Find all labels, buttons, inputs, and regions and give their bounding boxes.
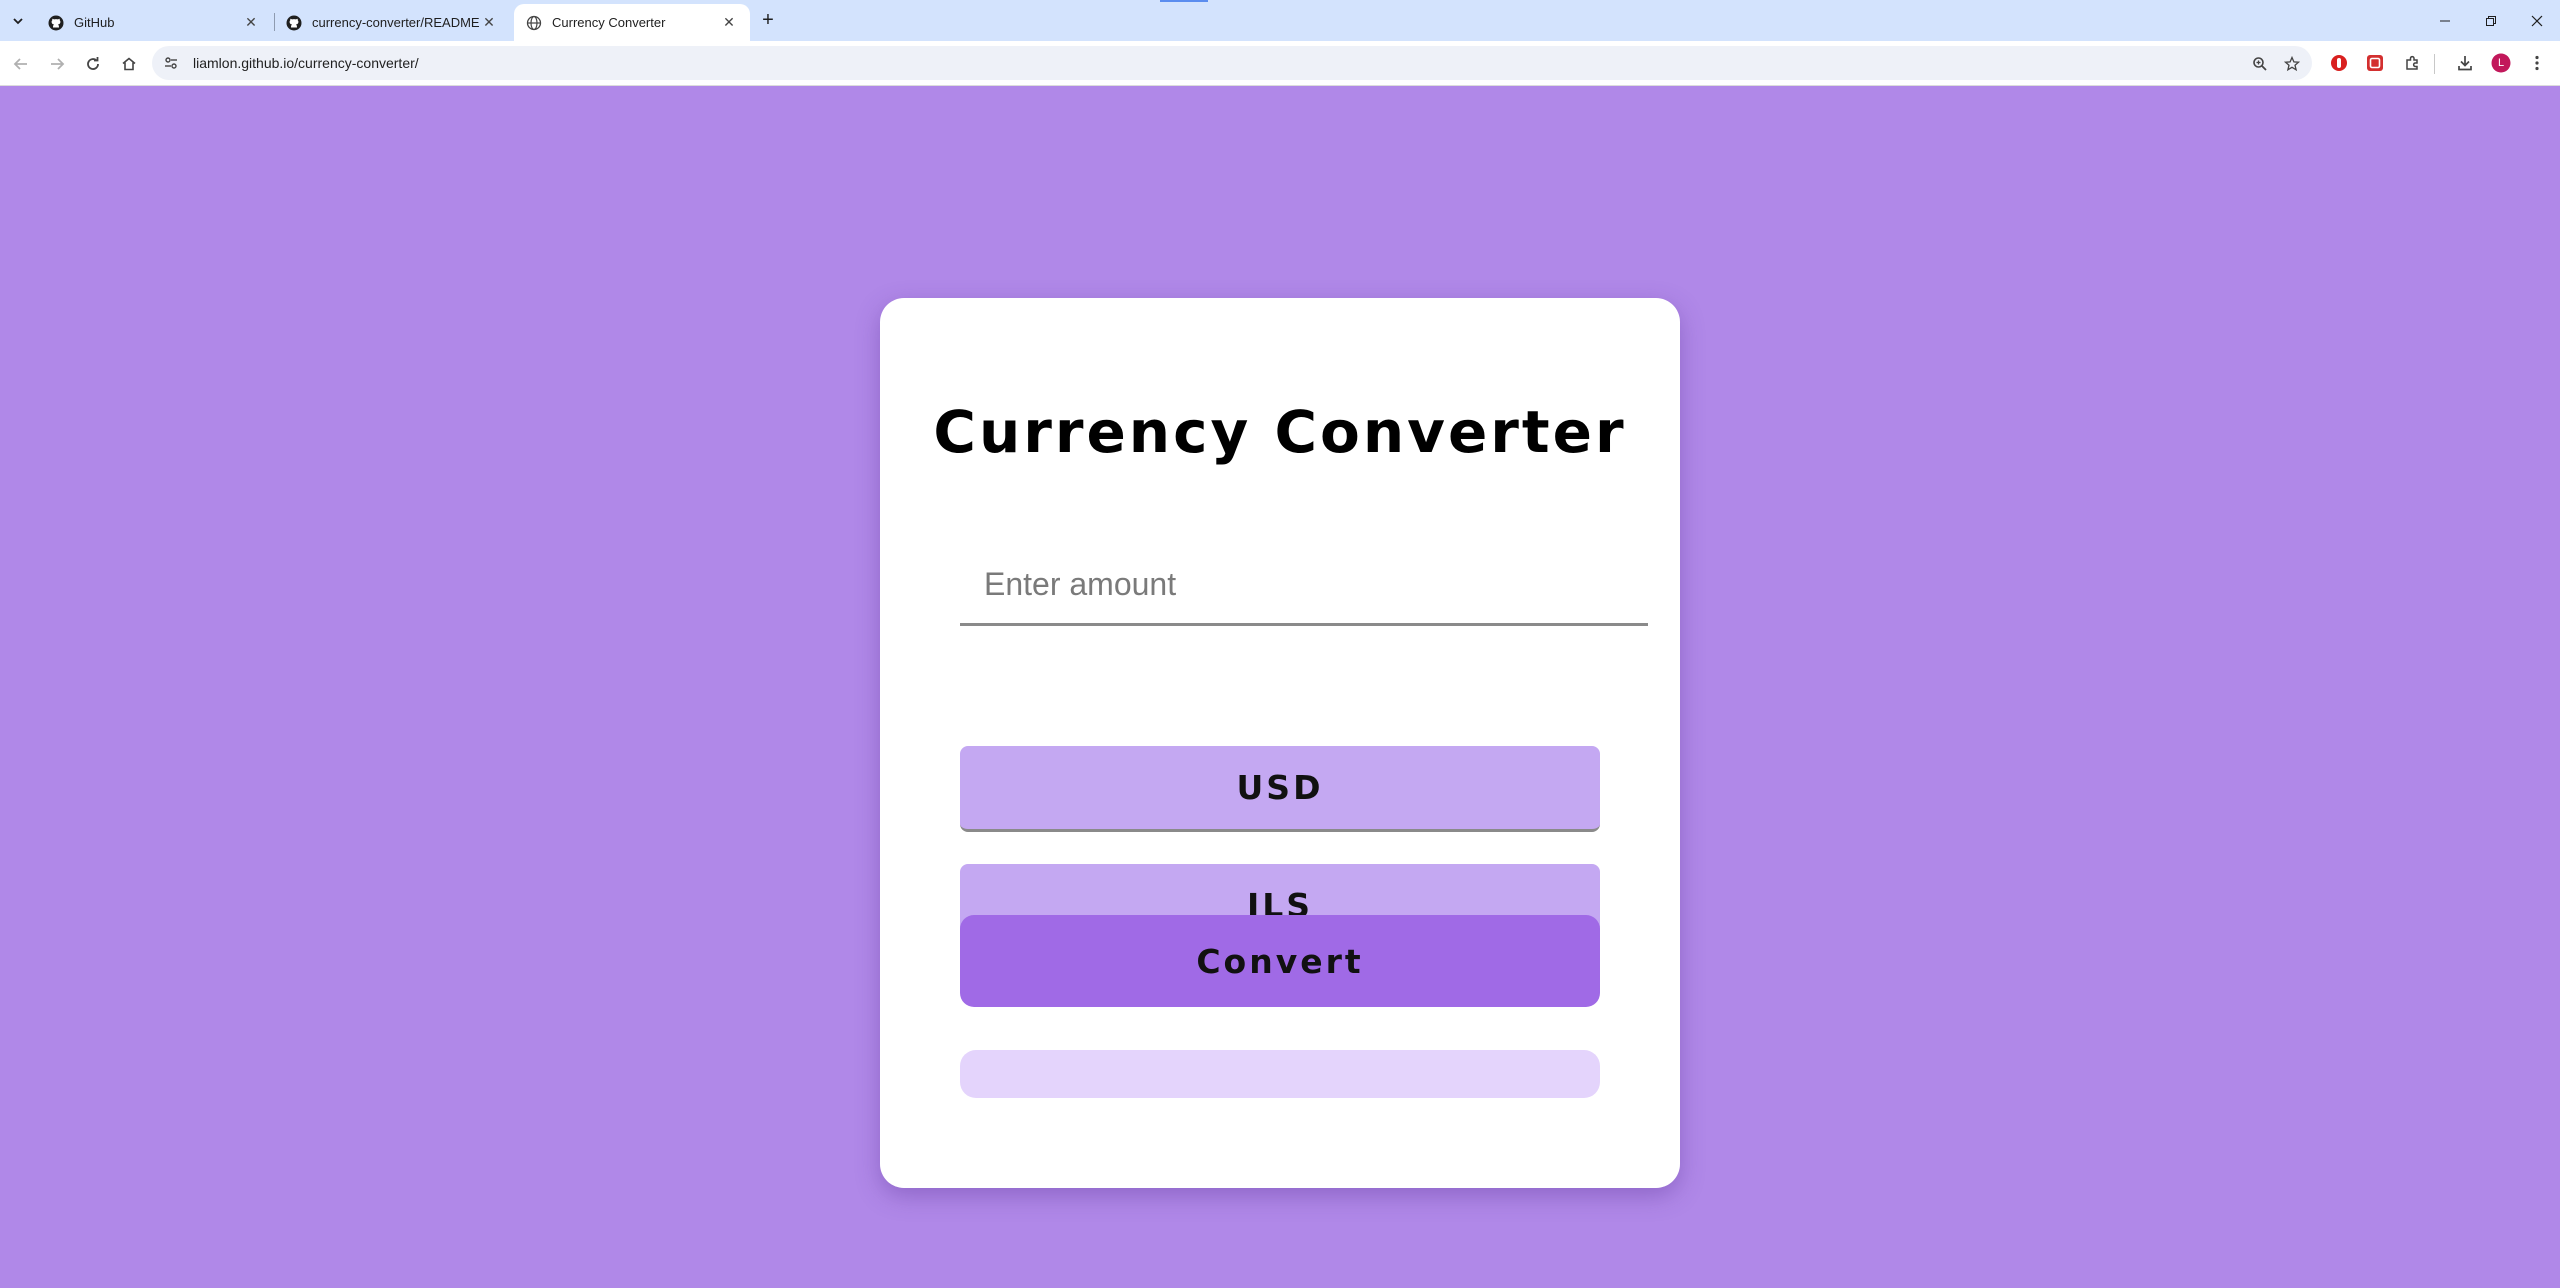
extension-red-icon[interactable]	[2364, 52, 2386, 74]
site-info-icon[interactable]	[162, 54, 180, 72]
close-icon[interactable]: ✕	[720, 14, 738, 32]
browser-toolbar: liamlon.github.io/currency-converter/	[0, 41, 2560, 86]
tab-title: Currency Converter	[552, 15, 666, 30]
adblock-extension-icon[interactable]	[2328, 52, 2350, 74]
result-display	[960, 1050, 1600, 1098]
chevron-down-icon	[13, 18, 23, 25]
address-bar[interactable]: liamlon.github.io/currency-converter/	[152, 46, 2312, 80]
tab-title: GitHub	[74, 15, 115, 30]
converter-card: Currency Converter USD ILS Convert	[880, 298, 1680, 1188]
from-currency-select[interactable]: USD	[960, 746, 1600, 832]
restore-icon	[2486, 15, 2496, 26]
tab-strip: GitHub ✕ currency-converter/README.md ✕ …	[0, 0, 2560, 41]
tab-currency-converter[interactable]: Currency Converter ✕	[514, 4, 750, 41]
tab-readme[interactable]: currency-converter/README.md ✕	[274, 4, 510, 41]
amount-input[interactable]	[960, 546, 1648, 626]
tab-search-button[interactable]	[6, 9, 30, 33]
close-window-button[interactable]	[2514, 0, 2560, 41]
restore-button[interactable]	[2468, 0, 2514, 41]
close-icon[interactable]: ✕	[480, 14, 498, 32]
tab-title: currency-converter/README.md	[312, 15, 480, 30]
github-icon	[48, 15, 64, 31]
forward-button[interactable]	[45, 52, 69, 76]
home-icon	[122, 57, 136, 71]
toolbar-divider	[2434, 54, 2435, 74]
github-icon	[286, 15, 302, 31]
from-currency-value: USD	[1236, 768, 1324, 807]
profile-avatar[interactable]: L	[2490, 52, 2512, 74]
globe-icon	[526, 15, 542, 31]
zoom-icon[interactable]	[2250, 54, 2270, 74]
loading-indicator	[1160, 0, 1208, 2]
tab-github[interactable]: GitHub ✕	[36, 4, 272, 41]
close-icon[interactable]: ✕	[242, 14, 260, 32]
reload-button[interactable]	[81, 52, 105, 76]
convert-button[interactable]: Convert	[960, 915, 1600, 1007]
bookmark-star-icon[interactable]	[2282, 54, 2302, 74]
new-tab-button[interactable]: +	[756, 8, 780, 32]
minimize-icon	[2440, 20, 2450, 21]
page-body: Currency Converter USD ILS Convert	[0, 86, 2560, 1288]
plus-icon: +	[762, 8, 774, 31]
minimize-button[interactable]	[2422, 0, 2468, 41]
browser-menu-icon[interactable]	[2526, 52, 2548, 74]
url-text: liamlon.github.io/currency-converter/	[193, 55, 419, 71]
back-button[interactable]	[9, 52, 33, 76]
extensions-puzzle-icon[interactable]	[2402, 52, 2424, 74]
avatar-initial: L	[2497, 57, 2505, 69]
reload-icon	[87, 57, 99, 70]
arrow-left-icon	[13, 58, 27, 70]
arrow-right-icon	[51, 58, 65, 70]
close-icon	[2531, 15, 2543, 26]
home-button[interactable]	[117, 52, 141, 76]
download-icon[interactable]	[2454, 52, 2476, 74]
convert-label: Convert	[1196, 941, 1364, 981]
page-title: Currency Converter	[933, 398, 1627, 466]
